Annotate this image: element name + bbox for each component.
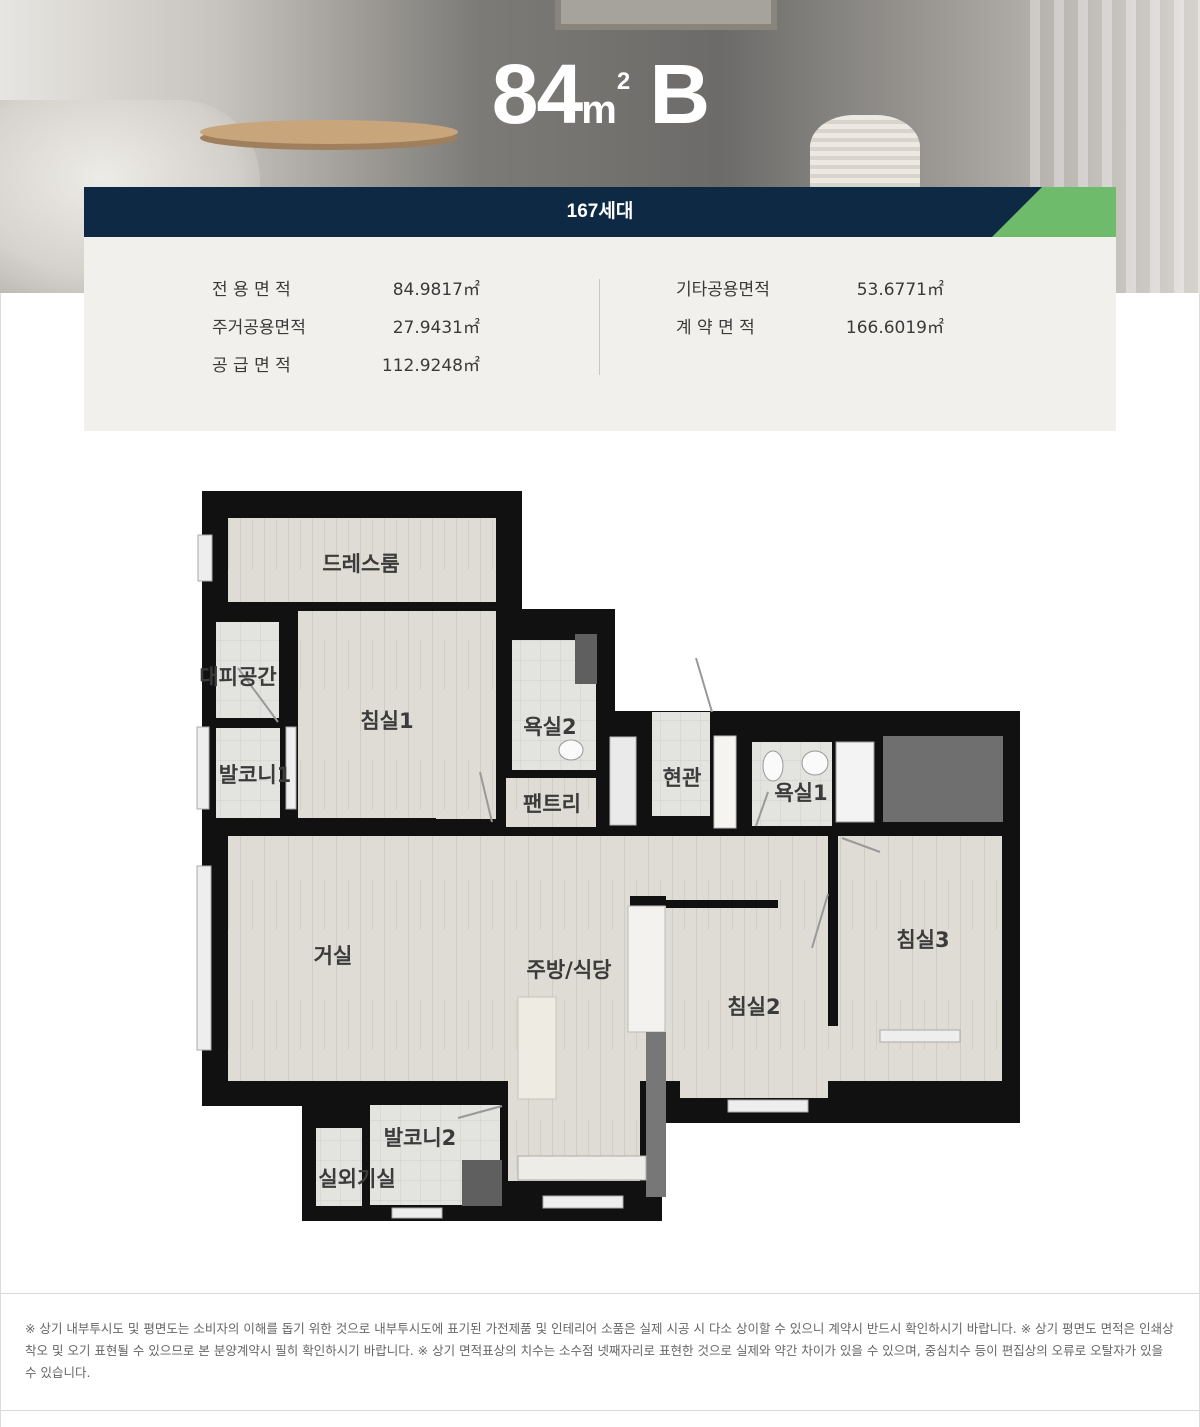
disclaimer-notes: ※ 상기 내부투시도 및 평면도는 소비자의 이해를 돕기 위한 것으로 내부투… (25, 1321, 1174, 1380)
picture-frame-photo-area (555, 0, 777, 30)
area-value: 53.6771㎡ (856, 280, 944, 300)
unit-type-letter: B (649, 47, 711, 141)
room-label-evacuation: 대피공간 (199, 665, 277, 689)
room-label-bedroom3: 침실3 (896, 928, 950, 952)
area-row-exclusive: 전 용 면 적 84.9817㎡ (212, 278, 480, 302)
room-label-bath1: 욕실1 (774, 781, 828, 805)
area-label: 공 급 면 적 (212, 356, 291, 376)
room-label-kitchen: 주방/식당 (526, 958, 612, 982)
unit-size-sup: 2 (616, 68, 630, 95)
area-value: 166.6019㎡ (845, 318, 944, 338)
page-frame (0, 293, 1200, 1427)
room-label-dressroom: 드레스룸 (322, 552, 400, 576)
area-row-residential-common: 주거공용면적 27.9431㎡ (212, 316, 480, 340)
area-info-panel: 167세대 전 용 면 적 84.9817㎡ 주거공용면적 27.9431㎡ 공… (84, 187, 1116, 431)
households-count: 167세대 (566, 201, 634, 222)
room-label-entrance: 현관 (662, 766, 702, 790)
unit-type-title: 84m2 B (0, 52, 1200, 136)
green-accent-shape (992, 187, 1116, 237)
room-label-balcony2: 발코니2 (383, 1126, 457, 1150)
unit-size-number: 84 (491, 47, 583, 141)
area-label: 주거공용면적 (212, 318, 306, 338)
households-band: 167세대 (84, 187, 1116, 237)
area-row-supply: 공 급 면 적 112.9248㎡ (212, 354, 480, 378)
room-label-bedroom2: 침실2 (727, 995, 781, 1019)
interior-walls (228, 602, 838, 1206)
area-value: 112.9248㎡ (381, 356, 480, 376)
column-divider (599, 279, 600, 375)
area-value: 84.9817㎡ (392, 280, 480, 300)
walls (202, 491, 1020, 1221)
fixtures (196, 534, 961, 1219)
room-label-living: 거실 (313, 944, 353, 968)
area-label: 계 약 면 적 (676, 318, 755, 338)
floors (216, 518, 1003, 1206)
area-label: 기타공용면적 (676, 280, 770, 300)
room-label-balcony1: 발코니1 (218, 763, 292, 787)
room-label-pantry: 팬트리 (523, 792, 581, 816)
area-label: 전 용 면 적 (212, 280, 291, 300)
room-label-bedroom1: 침실1 (360, 709, 414, 733)
area-row-other-common: 기타공용면적 53.6771㎡ (676, 278, 944, 302)
unit-size-unit: m (581, 88, 617, 132)
area-value: 27.9431㎡ (392, 318, 480, 338)
room-label-outdoor-unit: 실외기실 (318, 1167, 396, 1191)
area-row-contract: 계 약 면 적 166.6019㎡ (676, 316, 944, 340)
room-label-bath2: 욕실2 (523, 715, 577, 739)
